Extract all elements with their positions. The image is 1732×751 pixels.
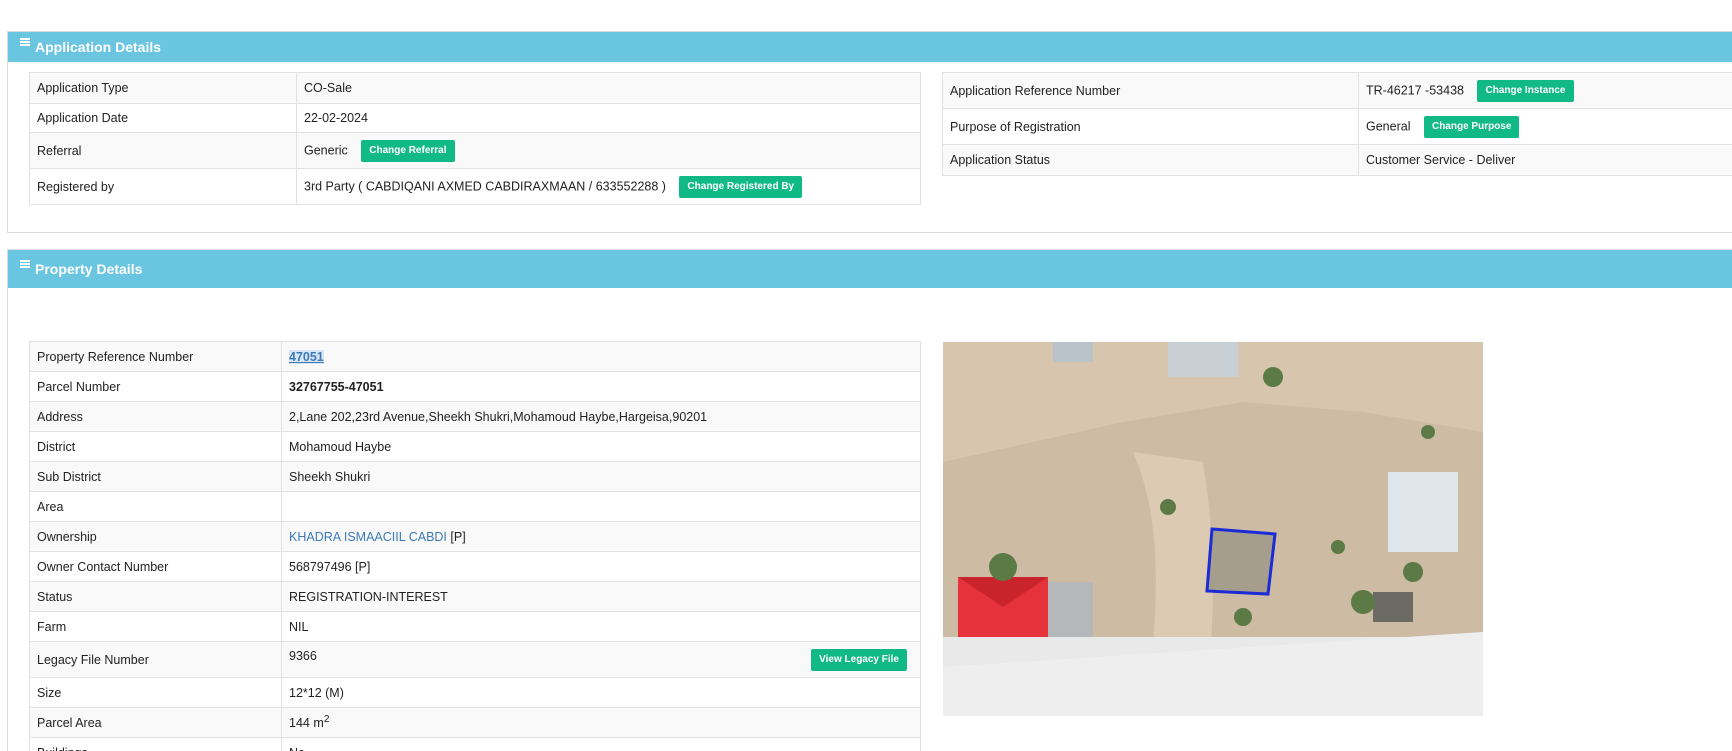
property-details-header[interactable]: Property Details: [8, 250, 1732, 288]
aerial-map-svg: [943, 342, 1483, 716]
table-row: Application Reference Number TR-46217 -5…: [942, 72, 1732, 109]
purpose-value: General: [1366, 118, 1411, 133]
row-label: Application Date: [29, 103, 297, 133]
row-label: Legacy File Number: [29, 641, 282, 678]
table-row: Parcel Area 144 m2: [29, 707, 921, 738]
table-row: Legacy File Number 9366 View Legacy File: [29, 641, 921, 678]
aerial-map-image[interactable]: [943, 342, 1483, 716]
change-referral-button[interactable]: Change Referral: [361, 139, 455, 162]
table-row: Registered by 3rd Party ( CABDIQANI AXME…: [29, 168, 921, 205]
table-row: Farm NIL: [29, 611, 921, 642]
row-value: CO-Sale: [296, 72, 921, 104]
row-label: Application Type: [29, 72, 297, 104]
table-row: Purpose of Registration General Change P…: [942, 108, 1732, 145]
row-label: Property Reference Number: [29, 341, 282, 372]
property-reference-link[interactable]: 47051: [289, 349, 324, 364]
row-value-cell: 47051: [281, 341, 921, 372]
farm-value: NIL: [281, 611, 921, 642]
row-value-cell: TR-46217 -53438 Change Instance: [1358, 72, 1732, 109]
table-row: Size 12*12 (M): [29, 677, 921, 708]
table-row: Parcel Number 32767755-47051: [29, 371, 921, 402]
row-value: 22-02-2024: [296, 103, 921, 133]
change-instance-button[interactable]: Change Instance: [1477, 79, 1574, 102]
table-row: Owner Contact Number 568797496 [P]: [29, 551, 921, 582]
list-icon: [20, 260, 30, 270]
owner-link[interactable]: KHADRA ISMAACIIL CABDI: [289, 530, 447, 544]
row-label: Owner Contact Number: [29, 551, 282, 582]
row-value-cell: KHADRA ISMAACIIL CABDI [P]: [281, 521, 921, 552]
parcel-number-value: 32767755-47051: [281, 371, 921, 402]
table-row: Status REGISTRATION-INTEREST: [29, 581, 921, 612]
property-table: Property Reference Number 47051 Parcel N…: [29, 341, 921, 751]
table-row: Application Type CO-Sale: [29, 72, 921, 104]
row-label: Application Reference Number: [942, 72, 1359, 109]
row-value-cell: General Change Purpose: [1358, 108, 1732, 145]
table-row: Referral Generic Change Referral: [29, 132, 921, 169]
row-value-cell: 144 m2: [281, 707, 921, 738]
change-purpose-button[interactable]: Change Purpose: [1423, 115, 1520, 138]
owner-contact-value: 568797496 [P]: [281, 551, 921, 582]
row-label: Parcel Number: [29, 371, 282, 402]
application-details-title: Application Details: [35, 39, 162, 55]
table-row: Ownership KHADRA ISMAACIIL CABDI [P]: [29, 521, 921, 552]
table-row: Area: [29, 491, 921, 522]
row-label: Registered by: [29, 168, 297, 205]
referral-value: Generic: [304, 142, 348, 157]
list-icon: [20, 38, 30, 48]
legacy-file-value: 9366: [289, 648, 317, 663]
application-left-table: Application Type CO-Sale Application Dat…: [29, 72, 921, 205]
row-value: Customer Service - Deliver: [1358, 144, 1732, 176]
parcel-area-unit-sup: 2: [323, 714, 330, 726]
row-label: Ownership: [29, 521, 282, 552]
row-label: Area: [29, 491, 282, 522]
view-legacy-file-button[interactable]: View Legacy File: [811, 648, 907, 671]
district-value: Mohamoud Haybe: [281, 431, 921, 462]
row-label: Purpose of Registration: [942, 108, 1359, 145]
application-details-header[interactable]: Application Details: [8, 32, 1732, 62]
status-value: REGISTRATION-INTEREST: [281, 581, 921, 612]
row-value-cell: 9366 View Legacy File: [281, 641, 921, 678]
row-label: Sub District: [29, 461, 282, 492]
row-label: Buildings: [29, 737, 282, 751]
row-label: Parcel Area: [29, 707, 282, 738]
parcel-area-value: 144 m: [289, 716, 324, 731]
size-value: 12*12 (M): [281, 677, 921, 708]
table-row: Address 2,Lane 202,23rd Avenue,Sheekh Sh…: [29, 401, 921, 432]
row-label: Status: [29, 581, 282, 612]
change-registered-by-button[interactable]: Change Registered By: [679, 175, 803, 198]
row-label: Size: [29, 677, 282, 708]
property-details-title: Property Details: [35, 261, 143, 277]
area-value: [281, 491, 921, 522]
row-label: District: [29, 431, 282, 462]
row-value-cell: 3rd Party ( CABDIQANI AXMED CABDIRAXMAAN…: [296, 168, 921, 205]
table-row: District Mohamoud Haybe: [29, 431, 921, 462]
owner-suffix: [P]: [446, 529, 466, 544]
row-label: Farm: [29, 611, 282, 642]
application-right-table: Application Reference Number TR-46217 -5…: [942, 72, 1732, 176]
table-row: Application Date 22-02-2024: [29, 103, 921, 133]
row-label: Referral: [29, 132, 297, 169]
row-label: Application Status: [942, 144, 1359, 176]
reference-number-value: TR-46217 -53438: [1366, 82, 1464, 97]
table-row: Sub District Sheekh Shukri: [29, 461, 921, 492]
address-value: 2,Lane 202,23rd Avenue,Sheekh Shukri,Moh…: [281, 401, 921, 432]
sub-district-value: Sheekh Shukri: [281, 461, 921, 492]
table-row: Application Status Customer Service - De…: [942, 144, 1732, 176]
registered-by-value: 3rd Party ( CABDIQANI AXMED CABDIRAXMAAN…: [304, 178, 666, 193]
table-row: Buildings No: [29, 737, 921, 751]
buildings-value: No: [281, 737, 921, 751]
row-label: Address: [29, 401, 282, 432]
row-value-cell: Generic Change Referral: [296, 132, 921, 169]
table-row: Property Reference Number 47051: [29, 341, 921, 372]
